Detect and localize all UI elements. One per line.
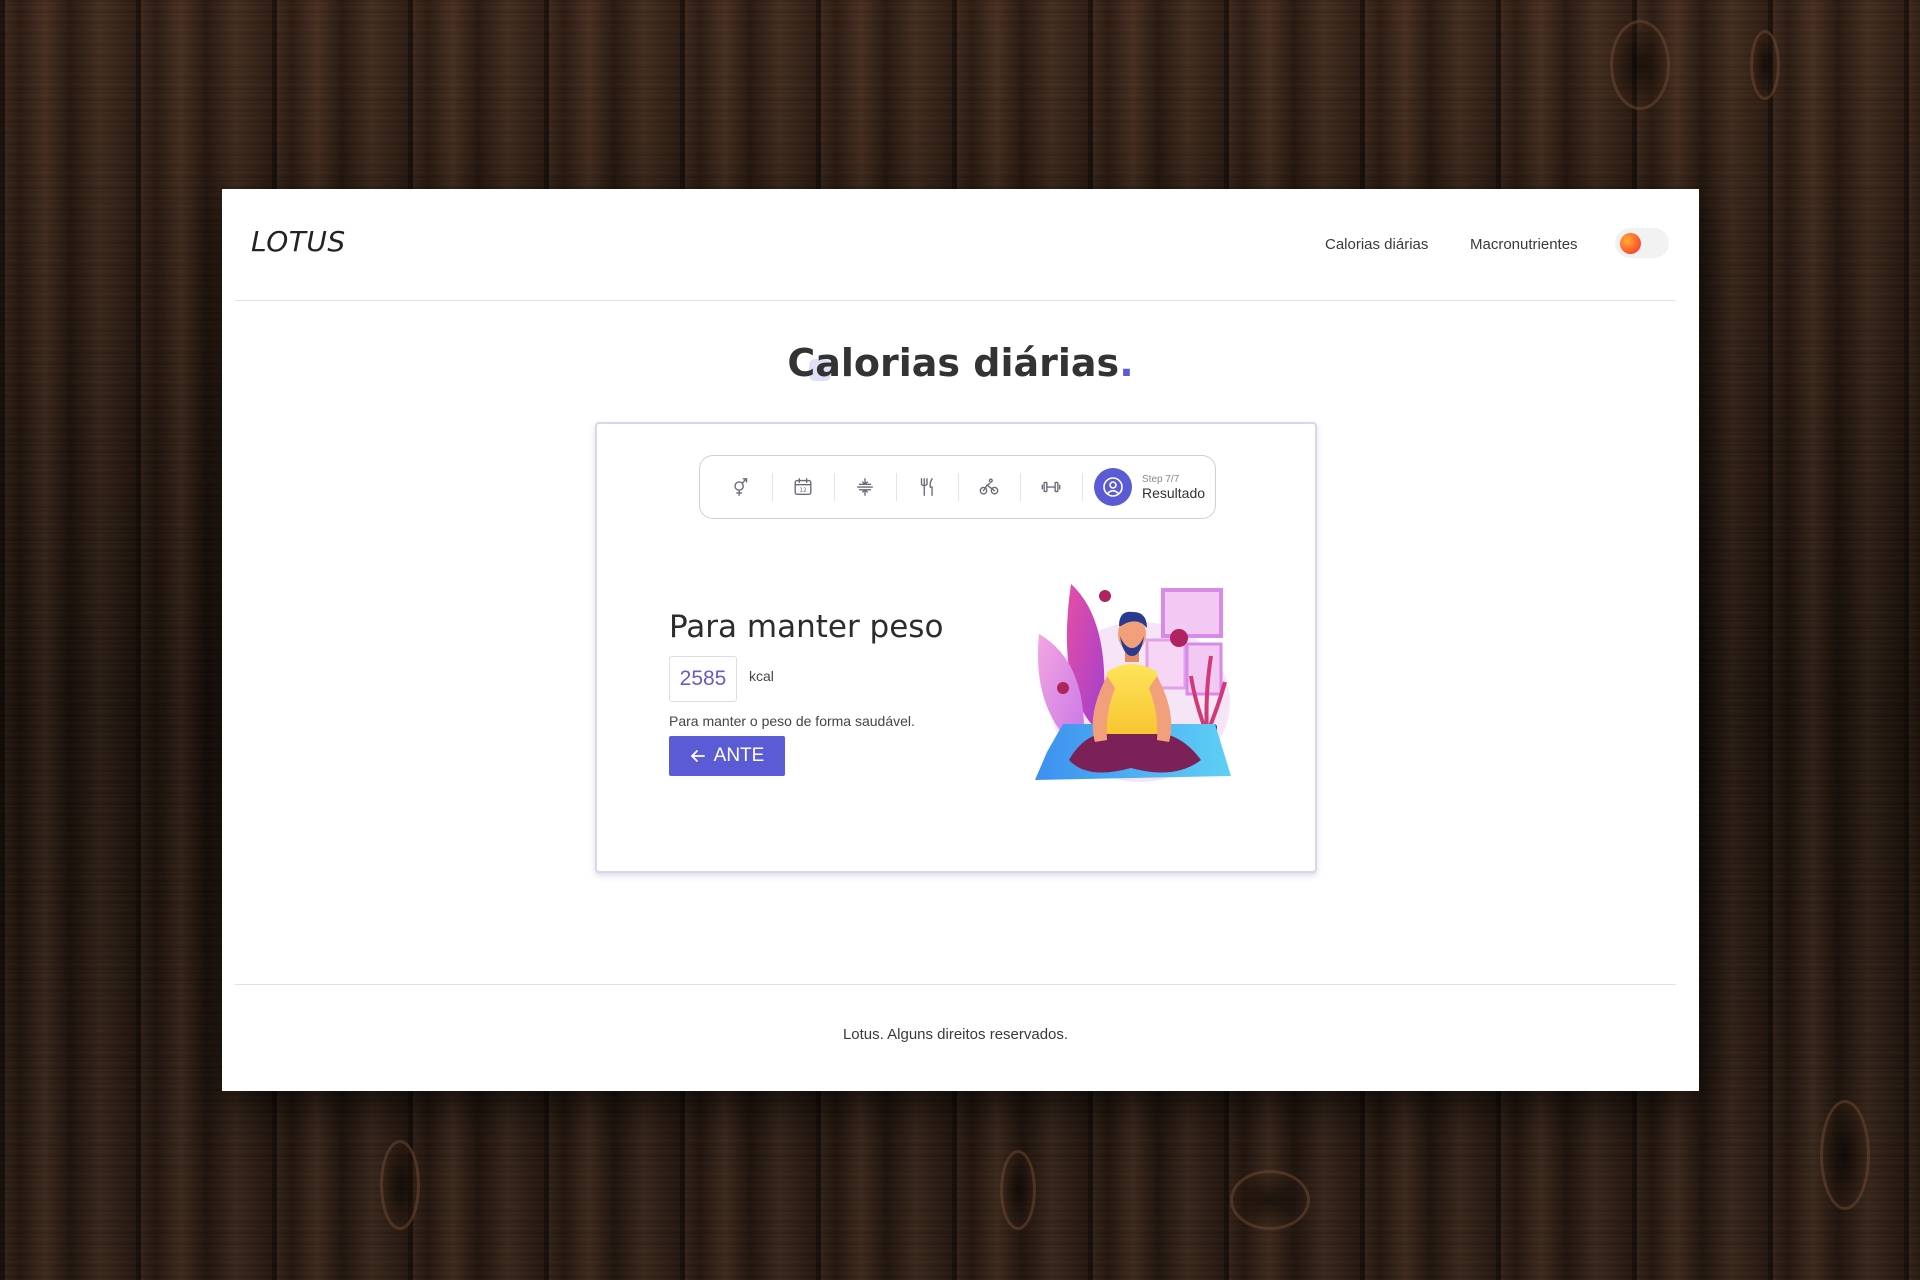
kcal-unit: kcal bbox=[749, 668, 774, 684]
back-button-label: ANTE bbox=[713, 745, 765, 766]
height-icon bbox=[856, 478, 874, 496]
site-footer: Lotus. Alguns direitos reservados. bbox=[235, 984, 1676, 1091]
site-header: LOTUS Calorias diárias Macronutrientes bbox=[235, 189, 1676, 301]
gender-icon bbox=[734, 478, 748, 496]
step-result[interactable]: Step 7/7 Resultado bbox=[1082, 455, 1205, 519]
page-title: Calorias diárias. bbox=[222, 341, 1699, 385]
step-exercise[interactable] bbox=[1020, 455, 1082, 519]
step-gender[interactable] bbox=[710, 455, 772, 519]
wood-knot bbox=[380, 1140, 420, 1230]
calculator-card: 12 Step 7/7 Resultado Para manter peso 2… bbox=[595, 422, 1317, 873]
page-title-dot: . bbox=[1119, 341, 1134, 385]
result-description: Para manter o peso de forma saudável. bbox=[669, 713, 915, 729]
wood-knot bbox=[1820, 1100, 1870, 1210]
wood-knot bbox=[1230, 1170, 1310, 1230]
footer-text: Lotus. Alguns direitos reservados. bbox=[842, 1026, 1069, 1043]
wood-knot bbox=[1750, 30, 1780, 100]
wood-knot bbox=[1000, 1150, 1036, 1230]
dumbbell-icon bbox=[1041, 481, 1061, 493]
page-title-text: Calorias diárias bbox=[787, 341, 1120, 385]
fork-knife-icon bbox=[920, 478, 933, 496]
result-heading: Para manter peso bbox=[669, 609, 944, 645]
step-activity[interactable] bbox=[958, 455, 1020, 519]
step-label: Resultado bbox=[1142, 484, 1206, 501]
bicycle-icon bbox=[979, 478, 999, 495]
theme-toggle[interactable] bbox=[1615, 228, 1669, 258]
browser-screen: LOTUS Calorias diárias Macronutrientes C… bbox=[222, 189, 1699, 1091]
step-result-circle bbox=[1094, 468, 1132, 506]
site-logo[interactable]: LOTUS bbox=[251, 225, 346, 258]
nav-link-macronutrientes[interactable]: Macronutrientes bbox=[1470, 236, 1578, 253]
arrow-left-icon bbox=[690, 750, 705, 762]
step-result-meta: Step 7/7 Resultado bbox=[1142, 474, 1205, 501]
nav-link-calorias[interactable]: Calorias diárias bbox=[1325, 236, 1428, 253]
calendar-icon: 12 bbox=[794, 478, 812, 496]
kcal-value: 2585 bbox=[669, 656, 737, 702]
stepper: 12 Step 7/7 Resultado bbox=[699, 455, 1216, 519]
step-age[interactable]: 12 bbox=[772, 455, 834, 519]
step-count: Step 7/7 bbox=[1142, 473, 1180, 485]
calendar-icon-text: 12 bbox=[799, 487, 807, 494]
wood-knot bbox=[1610, 20, 1670, 110]
back-button[interactable]: ANTE bbox=[669, 736, 785, 776]
theme-toggle-knob bbox=[1620, 233, 1641, 254]
step-diet[interactable] bbox=[896, 455, 958, 519]
user-circle-icon bbox=[1103, 477, 1123, 497]
step-height[interactable] bbox=[834, 455, 896, 519]
meditation-illustration bbox=[1035, 584, 1231, 782]
